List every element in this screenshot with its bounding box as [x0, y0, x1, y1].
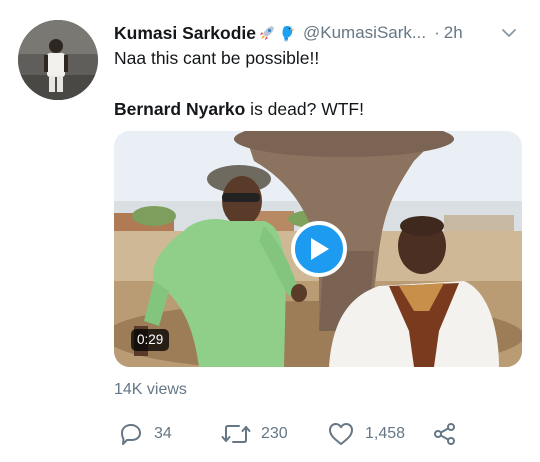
like-button[interactable]: 1,458: [327, 418, 405, 450]
play-button[interactable]: [291, 221, 347, 277]
avatar[interactable]: [18, 20, 98, 100]
tweet-text-line1: Naa this cant be possible!!: [114, 48, 320, 68]
share-icon: [434, 423, 455, 445]
video-duration: 0:29: [131, 329, 170, 351]
heart-icon: [329, 423, 353, 445]
video-views[interactable]: 14K views: [114, 381, 187, 399]
mentioned-name: Bernard Nyarko: [114, 99, 246, 119]
rocket-emoji-icon: [258, 24, 276, 42]
reply-count: 34: [154, 425, 172, 442]
chevron-down-icon[interactable]: [500, 24, 518, 47]
reply-button[interactable]: 34: [118, 418, 172, 450]
retweet-count: 230: [261, 425, 288, 442]
like-count: 1,458: [365, 425, 406, 442]
avatar-photo: [18, 20, 98, 100]
parrot-emoji-icon: [278, 23, 298, 43]
tweet-header: Kumasi Sarkodie @KumasiSark... · 2h: [114, 20, 524, 46]
header-separator: ·: [434, 23, 440, 42]
author-name[interactable]: Kumasi Sarkodie: [114, 23, 256, 44]
tweet-text-line2-rest: is dead? WTF!: [245, 99, 364, 119]
share-button[interactable]: [432, 418, 458, 450]
reply-icon: [121, 424, 141, 445]
play-icon: [311, 238, 329, 260]
author-handle[interactable]: @KumasiSark...: [303, 23, 426, 43]
tweet-text-line2: Bernard Nyarko is dead? WTF!: [114, 99, 364, 120]
retweet-button[interactable]: 230: [221, 418, 288, 450]
retweet-icon: [221, 425, 251, 443]
tweet-actions: 34 230 1,458: [0, 418, 540, 450]
tweet-time[interactable]: 2h: [444, 23, 463, 43]
